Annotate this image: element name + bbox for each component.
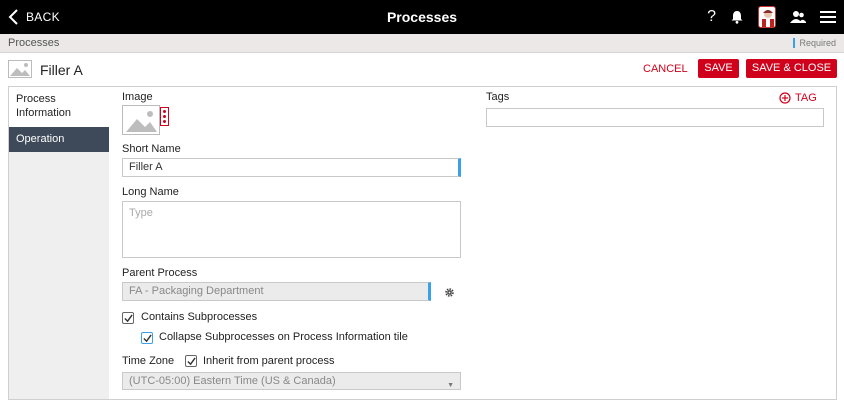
form-panel: Process Information Operation Image Shor… [8,86,837,400]
chevron-left-icon [8,9,18,25]
checkmark-icon [143,334,152,343]
sidebar: Process Information Operation [9,87,109,399]
gear-icon[interactable] [444,287,455,298]
collapse-subprocesses-label: Collapse Subprocesses on Process Informa… [159,331,408,343]
avatar[interactable] [758,6,776,28]
add-tag-label: TAG [795,92,817,104]
breadcrumb[interactable]: Processes [8,37,59,49]
inherit-time-zone-label: Inherit from parent process [203,355,335,367]
long-name-label: Long Name [122,186,179,198]
image-options-menu-icon[interactable] [160,107,169,126]
short-name-input[interactable]: Filler A [122,158,461,177]
image-placeholder-icon [126,111,157,132]
add-tag-button[interactable]: TAG [779,92,817,104]
cancel-button[interactable]: CANCEL [640,60,691,78]
collapse-subprocesses-checkbox[interactable] [141,332,153,344]
short-name-label: Short Name [122,143,181,155]
sidebar-item-operation[interactable]: Operation [9,127,109,152]
contains-subprocesses-label: Contains Subprocesses [141,311,258,323]
required-legend: Required [793,38,836,48]
back-button[interactable]: BACK [8,9,60,25]
time-zone-select[interactable]: (UTC-05:00) Eastern Time (US & Canada) ▼ [122,372,461,390]
image-label: Image [122,91,153,103]
image-thumbnail[interactable] [122,105,160,135]
help-icon[interactable]: ? [707,8,716,26]
top-bar: BACK Processes ? [0,0,844,34]
parent-process-field[interactable]: FA - Packaging Department [122,282,431,301]
save-button[interactable]: SAVE [698,59,739,78]
inherit-time-zone-checkbox[interactable] [185,355,197,367]
long-name-textarea[interactable]: Type [122,201,461,258]
parent-process-label: Parent Process [122,267,198,279]
breadcrumb-bar: Processes Required [0,34,844,53]
tags-label: Tags [486,91,510,103]
record-title: Filler A [40,62,83,78]
hamburger-menu-icon[interactable] [820,11,836,23]
chevron-down-icon: ▼ [447,382,454,389]
time-zone-value: (UTC-05:00) Eastern Time (US & Canada) [129,375,336,387]
image-placeholder-icon [8,60,32,78]
bell-icon[interactable] [730,10,744,24]
users-icon[interactable] [790,10,806,24]
checkmark-icon [187,357,196,366]
record-header: Filler A CANCEL SAVE SAVE & CLOSE [0,53,844,86]
sidebar-item-process-information[interactable]: Process Information [9,87,109,127]
time-zone-label: Time Zone [122,355,175,367]
long-name-placeholder: Type [129,207,153,219]
checkmark-icon [124,314,133,323]
tags-input[interactable] [486,108,824,127]
contains-subprocesses-checkbox[interactable] [122,312,134,324]
plus-circle-icon [779,92,791,104]
save-and-close-button[interactable]: SAVE & CLOSE [746,59,837,78]
back-label: BACK [26,10,60,24]
